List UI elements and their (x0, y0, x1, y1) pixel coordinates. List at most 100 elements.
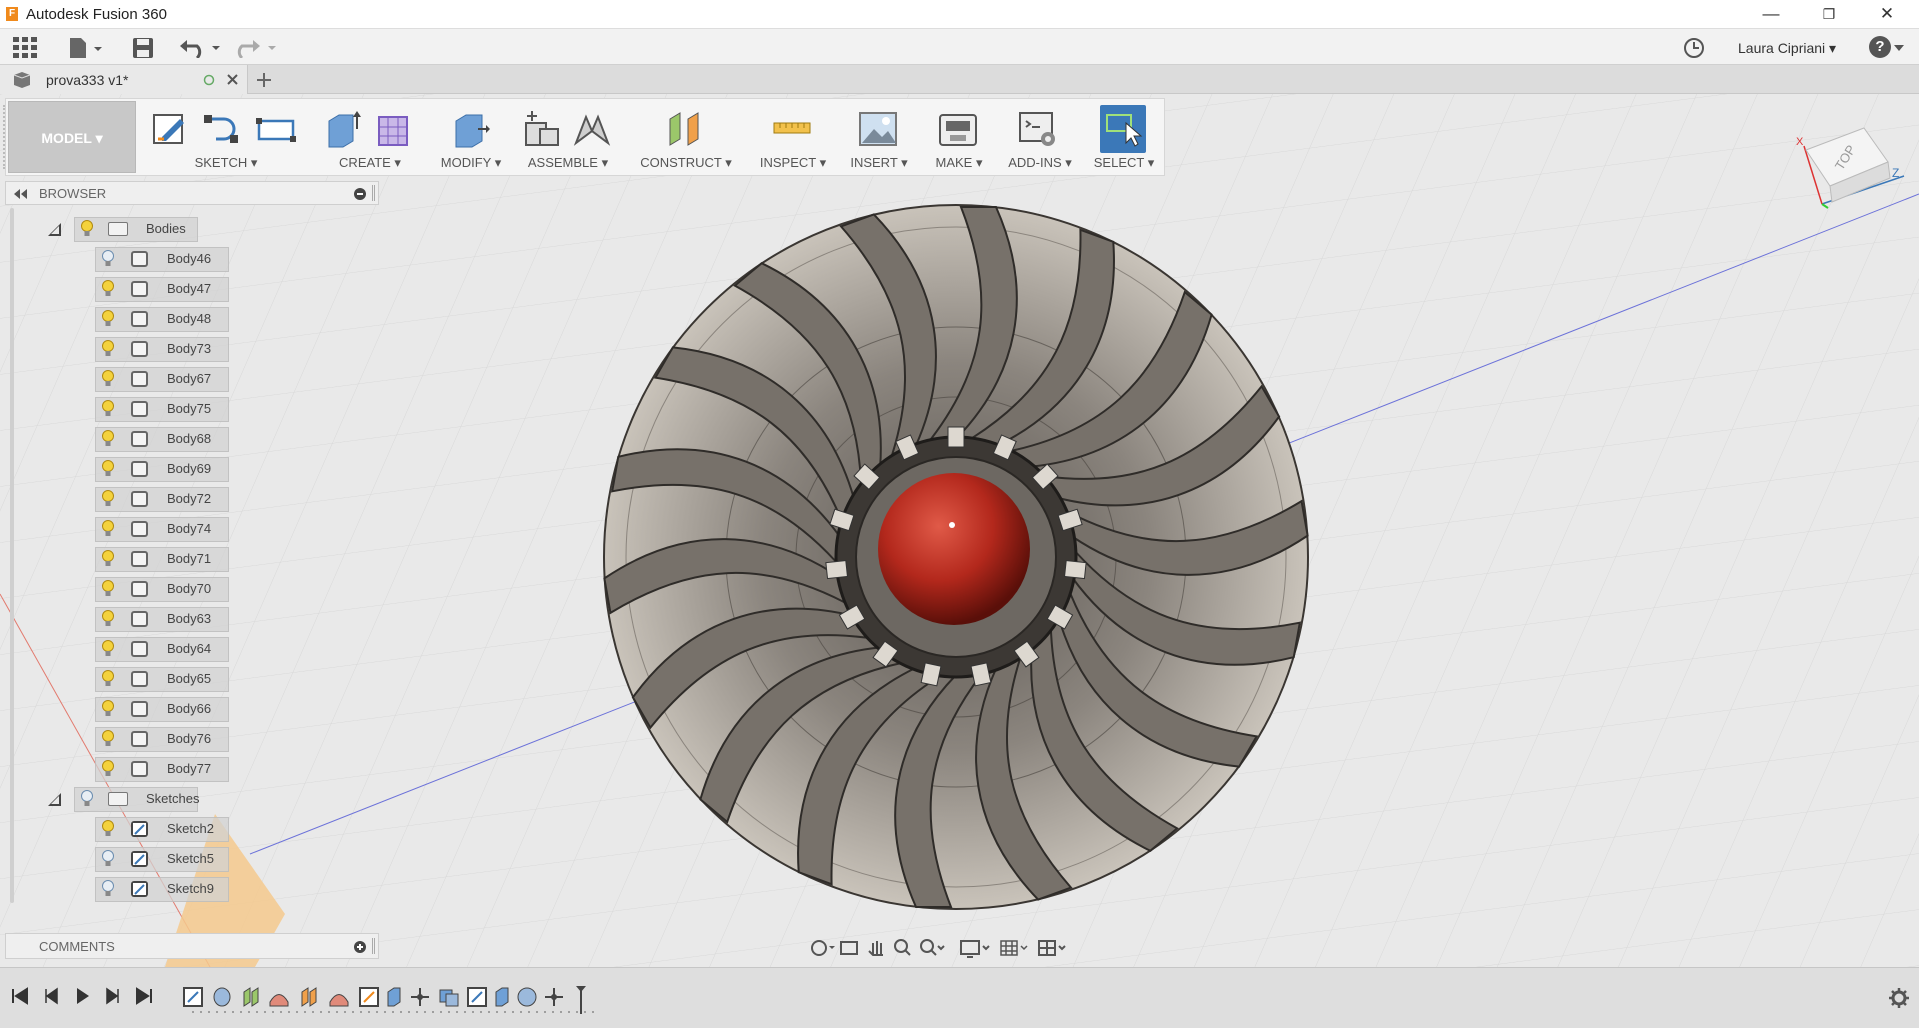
visibility-bulb-icon[interactable] (101, 760, 115, 778)
rectangle-icon[interactable] (256, 109, 296, 149)
sketch-group-label[interactable]: SKETCH ▾ (144, 155, 308, 171)
body-row[interactable]: Body75 (0, 395, 240, 423)
visibility-bulb-icon[interactable] (101, 430, 115, 448)
visibility-bulb-icon[interactable] (80, 220, 94, 238)
visibility-bulb-icon[interactable] (101, 250, 115, 268)
insert-group-label[interactable]: INSERT ▾ (840, 155, 918, 171)
inspect-group[interactable]: INSPECT ▾ (752, 99, 834, 177)
previous-step-icon[interactable] (42, 986, 62, 1006)
body-row[interactable]: Body47 (0, 275, 240, 303)
body-row[interactable]: Body64 (0, 635, 240, 663)
assemble-group[interactable]: ASSEMBLE ▾ (516, 99, 620, 177)
visibility-bulb-icon[interactable] (101, 580, 115, 598)
save-icon[interactable] (132, 37, 154, 59)
inspect-group-label[interactable]: INSPECT ▾ (752, 155, 834, 171)
visibility-bulb-icon[interactable] (101, 850, 115, 868)
add-comment-icon[interactable] (354, 941, 366, 953)
next-step-icon[interactable] (102, 986, 122, 1006)
job-status-clock-icon[interactable] (1683, 37, 1705, 59)
document-tab[interactable]: prova333 v1* (0, 65, 248, 94)
zoom-button[interactable] (893, 933, 919, 963)
expand-bodies-icon[interactable] (48, 223, 61, 236)
body-row[interactable]: Body74 (0, 515, 240, 543)
visibility-bulb-icon[interactable] (101, 370, 115, 388)
insert-image-icon[interactable] (858, 109, 898, 149)
body-row[interactable]: Body65 (0, 665, 240, 693)
visibility-bulb-icon[interactable] (101, 550, 115, 568)
select-icon[interactable] (1104, 109, 1144, 149)
grid-snaps-button[interactable] (997, 933, 1031, 963)
user-account-menu[interactable]: Laura Cipriani ▾ (1738, 40, 1836, 57)
offset-plane-icon[interactable] (666, 109, 706, 149)
insert-group[interactable]: INSERT ▾ (840, 99, 918, 177)
timeline-features[interactable] (182, 986, 597, 1016)
joint-icon[interactable] (572, 109, 612, 149)
comments-resize-handle[interactable] (372, 938, 375, 954)
scripts-addins-icon[interactable] (1018, 109, 1058, 149)
help-icon[interactable]: ? (1869, 36, 1891, 58)
body-row[interactable]: Body67 (0, 365, 240, 393)
visibility-bulb-icon[interactable] (101, 880, 115, 898)
make-group-label[interactable]: MAKE ▾ (924, 155, 994, 171)
go-to-start-icon[interactable] (10, 986, 30, 1006)
sketch-row[interactable]: Sketch9 (0, 875, 240, 903)
body-row[interactable]: Body69 (0, 455, 240, 483)
create-group-label[interactable]: CREATE ▾ (315, 155, 425, 171)
visibility-bulb-icon[interactable] (101, 610, 115, 628)
display-settings-button[interactable] (957, 933, 993, 963)
create-sketch-icon[interactable] (150, 109, 190, 149)
visibility-bulb-icon[interactable] (101, 490, 115, 508)
minimize-button[interactable]: — (1743, 0, 1799, 29)
visibility-bulb-icon[interactable] (101, 340, 115, 358)
construct-group[interactable]: CONSTRUCT ▾ (626, 99, 746, 177)
visibility-bulb-icon[interactable] (101, 520, 115, 538)
extrude-icon[interactable] (323, 109, 363, 149)
line-icon[interactable] (202, 109, 242, 149)
new-component-icon[interactable] (522, 109, 562, 149)
visibility-bulb-icon[interactable] (101, 310, 115, 328)
visibility-bulb-icon[interactable] (101, 670, 115, 688)
assemble-group-label[interactable]: ASSEMBLE ▾ (516, 155, 620, 171)
expand-sketches-icon[interactable] (48, 793, 61, 806)
measure-icon[interactable] (772, 109, 812, 149)
comments-panel-header[interactable]: COMMENTS (5, 933, 379, 959)
make-group[interactable]: MAKE ▾ (924, 99, 994, 177)
visibility-bulb-icon[interactable] (101, 700, 115, 718)
3d-print-icon[interactable] (938, 109, 978, 149)
browser-panel-header[interactable]: BROWSER (5, 181, 379, 205)
play-icon[interactable] (72, 986, 92, 1006)
add-ins-group-label[interactable]: ADD-INS ▾ (1000, 155, 1080, 171)
viewports-button[interactable] (1035, 933, 1069, 963)
look-at-button[interactable] (837, 933, 863, 963)
body-row[interactable]: Body76 (0, 725, 240, 753)
form-icon[interactable] (373, 109, 413, 149)
select-group-label[interactable]: SELECT ▾ (1086, 155, 1162, 171)
file-menu-icon[interactable] (68, 37, 104, 59)
visibility-bulb-icon[interactable] (101, 280, 115, 298)
browser-pin-icon[interactable] (354, 188, 366, 200)
sketch-row[interactable]: Sketch5 (0, 845, 240, 873)
body-row[interactable]: Body77 (0, 755, 240, 783)
press-pull-icon[interactable] (450, 109, 490, 149)
visibility-bulb-icon[interactable] (101, 400, 115, 418)
collapse-browser-icon[interactable] (14, 189, 28, 199)
create-group[interactable]: CREATE ▾ (315, 99, 425, 177)
visibility-bulb-icon[interactable] (80, 790, 94, 808)
sketch-row[interactable]: Sketch2 (0, 815, 240, 843)
apps-grid-icon[interactable] (13, 37, 37, 59)
body-row[interactable]: Body63 (0, 605, 240, 633)
visibility-bulb-icon[interactable] (101, 640, 115, 658)
bodies-folder[interactable]: Bodies (0, 215, 240, 243)
body-row[interactable]: Body73 (0, 335, 240, 363)
body-row[interactable]: Body72 (0, 485, 240, 513)
body-row[interactable]: Body48 (0, 305, 240, 333)
close-tab-icon[interactable] (226, 73, 239, 86)
modify-group-label[interactable]: MODIFY ▾ (432, 155, 510, 171)
visibility-bulb-icon[interactable] (101, 460, 115, 478)
sketch-group[interactable]: SKETCH ▾ (144, 99, 308, 177)
modify-group[interactable]: MODIFY ▾ (432, 99, 510, 177)
visibility-bulb-icon[interactable] (101, 820, 115, 838)
body-row[interactable]: Body46 (0, 245, 240, 273)
sketches-folder[interactable]: Sketches (0, 785, 240, 813)
add-ins-group[interactable]: ADD-INS ▾ (1000, 99, 1080, 177)
